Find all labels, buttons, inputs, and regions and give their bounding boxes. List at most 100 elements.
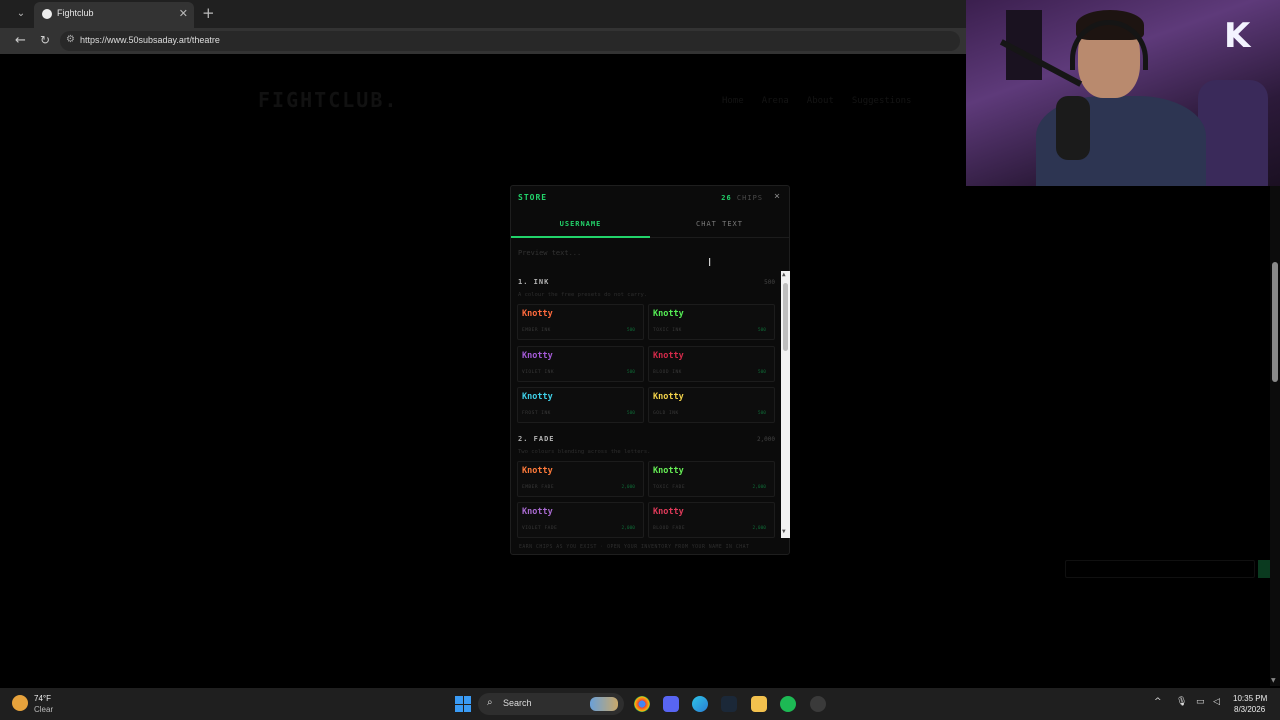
text-cursor-icon: I [708, 256, 712, 269]
item-label: FROST INK [522, 411, 551, 416]
item-preview-name: Knotty [522, 392, 553, 402]
tab-chat-text[interactable]: CHAT TEXT [650, 214, 789, 238]
volume-icon[interactable]: ◁ [1213, 697, 1220, 707]
browser-tab[interactable]: Fightclub ✕ [34, 2, 194, 28]
steam-icon[interactable] [721, 696, 737, 712]
nav-suggestions[interactable]: Suggestions [852, 96, 912, 106]
chrome-icon[interactable] [634, 696, 650, 712]
item-price: 500 [757, 411, 766, 416]
item-card-blood-ink[interactable]: Knotty BLOOD INK 500 [648, 346, 775, 382]
page-scroll-thumb[interactable] [1272, 262, 1278, 382]
item-label: BLOOD FADE [653, 526, 686, 531]
store-title: STORE [518, 193, 548, 202]
file-explorer-icon[interactable] [751, 696, 767, 712]
search-icon: ⌕ [487, 697, 493, 708]
item-card-violet-ink[interactable]: Knotty VIOLET INK 500 [517, 346, 644, 382]
section-fade-heading: 2. FADE [518, 435, 555, 443]
item-label: EMBER FADE [522, 485, 555, 490]
scroll-down-arrow-icon[interactable]: ▼ [1271, 677, 1276, 684]
item-label: GOLD INK [653, 411, 679, 416]
item-price: 500 [626, 411, 635, 416]
browser-toolbar: ← ↻ ⚙ https://www.50subsaday.art/theatre [0, 28, 966, 54]
section-fade-price: 2,000 [756, 436, 775, 443]
item-preview-name: Knotty [522, 466, 553, 476]
item-label: TOXIC INK [653, 328, 682, 333]
address-bar[interactable]: ⚙ https://www.50subsaday.art/theatre [60, 31, 960, 51]
chips-count: 26 [721, 194, 732, 202]
weather-temperature[interactable]: 74°F [34, 694, 51, 703]
new-tab-plus-icon[interactable]: + [202, 4, 215, 22]
taskbar-search[interactable]: ⌕ Search [478, 693, 624, 715]
tab-list-chevron-icon[interactable]: ⌄ [12, 6, 30, 22]
item-card-gold-ink[interactable]: Knotty GOLD INK 500 [648, 387, 775, 423]
discord-icon[interactable] [663, 696, 679, 712]
item-label: EMBER INK [522, 328, 551, 333]
windows-start-icon[interactable] [455, 696, 471, 712]
nav-about[interactable]: About [807, 96, 834, 106]
background-chat-input [1065, 560, 1255, 578]
site-logo[interactable]: FIGHTCLUB. [258, 88, 398, 112]
item-label: BLOOD INK [653, 370, 682, 375]
item-card-frost-ink[interactable]: Knotty FROST INK 500 [517, 387, 644, 423]
close-icon[interactable]: × [774, 191, 780, 202]
item-card-ember-ink[interactable]: Knotty EMBER INK 500 [517, 304, 644, 340]
spotify-icon[interactable] [780, 696, 796, 712]
nav-home[interactable]: Home [722, 96, 744, 106]
item-price: 2,000 [621, 526, 635, 531]
item-preview-name: Knotty [653, 392, 684, 402]
item-price: 500 [626, 328, 635, 333]
clock-time[interactable]: 10:35 PM [1233, 694, 1267, 703]
section-ink-description: A colour the free presets do not carry. [518, 292, 648, 298]
item-price: 500 [626, 370, 635, 375]
item-card-violet-fade[interactable]: Knotty VIOLET FADE 2,000 [517, 502, 644, 538]
webcam-chair [1198, 80, 1268, 186]
reload-icon[interactable]: ↻ [40, 33, 50, 47]
tab-title: Fightclub [57, 8, 94, 18]
site-info-icon[interactable]: ⚙ [66, 34, 75, 45]
item-price: 500 [757, 328, 766, 333]
item-card-toxic-fade[interactable]: Knotty TOXIC FADE 2,000 [648, 461, 775, 497]
section-ink-price: 500 [764, 279, 775, 286]
item-preview-name: Knotty [522, 351, 553, 361]
weather-moon-icon[interactable] [12, 695, 28, 711]
store-scroll-thumb[interactable] [783, 283, 788, 351]
search-label: Search [503, 698, 532, 708]
store-scroll-up-icon[interactable]: ▲ [782, 271, 786, 278]
microphone-icon[interactable]: 🎙 [1176, 697, 1187, 707]
browser-tabbar: ⌄ Fightclub ✕ + [0, 0, 966, 28]
edge-icon[interactable] [692, 696, 708, 712]
preview-text-input[interactable]: Preview text... [518, 249, 581, 257]
item-card-ember-fade[interactable]: Knotty EMBER FADE 2,000 [517, 461, 644, 497]
item-label: VIOLET FADE [522, 526, 558, 531]
item-preview-name: Knotty [653, 309, 684, 319]
store-modal: STORE 26 CHIPS × USERNAME CHAT TEXT Prev… [510, 185, 790, 555]
windows-taskbar: 74°F Clear ⌕ Search ^ 🎙 ▭ ◁ 10:35 PM 8/3… [0, 688, 1280, 720]
item-label: VIOLET INK [522, 370, 555, 375]
item-preview-name: Knotty [522, 507, 553, 517]
site-favicon-icon [42, 9, 52, 19]
url-text[interactable]: https://www.50subsaday.art/theatre [80, 35, 220, 45]
item-price: 500 [757, 370, 766, 375]
store-tabs: USERNAME CHAT TEXT [511, 214, 789, 238]
tab-username[interactable]: USERNAME [511, 214, 650, 238]
back-arrow-icon[interactable]: ← [15, 33, 26, 48]
item-preview-name: Knotty [653, 351, 684, 361]
webcam-logo: K [1224, 16, 1251, 56]
chips-balance: 26 CHIPS [721, 194, 763, 202]
tray-overflow-chevron-icon[interactable]: ^ [1154, 697, 1162, 707]
store-items-list: 1. INK 500 A colour the free presets do … [511, 271, 781, 538]
weather-condition[interactable]: Clear [34, 705, 53, 714]
store-footer-note: EARN CHIPS AS YOU EXIST · OPEN YOUR INVE… [519, 545, 750, 550]
obs-icon[interactable] [810, 696, 826, 712]
chips-label: CHIPS [736, 194, 763, 202]
item-preview-name: Knotty [653, 466, 684, 476]
clock-date[interactable]: 8/3/2026 [1234, 705, 1265, 714]
item-price: 2,000 [752, 526, 766, 531]
item-card-blood-fade[interactable]: Knotty BLOOD FADE 2,000 [648, 502, 775, 538]
item-card-toxic-ink[interactable]: Knotty TOXIC INK 500 [648, 304, 775, 340]
nav-arena[interactable]: Arena [762, 96, 789, 106]
tab-close-icon[interactable]: ✕ [179, 7, 188, 20]
store-scroll-down-icon[interactable]: ▼ [782, 528, 786, 535]
network-icon[interactable]: ▭ [1196, 697, 1205, 707]
section-fade-description: Two colours blending across the letters. [518, 449, 651, 455]
